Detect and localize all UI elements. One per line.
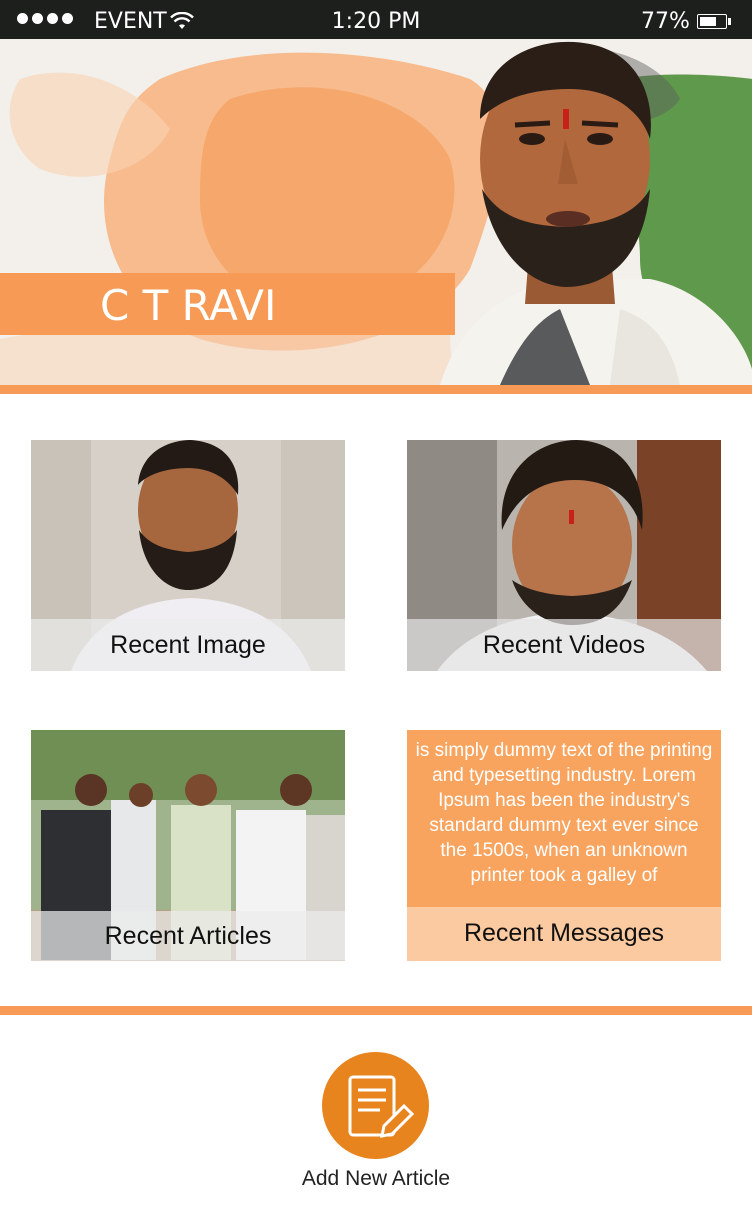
battery-icon	[697, 14, 731, 29]
recent-image-label: Recent Image	[31, 619, 345, 671]
bottom-divider	[0, 1006, 752, 1015]
battery-fill	[700, 17, 717, 26]
profile-portrait	[440, 41, 752, 385]
status-time: 1:20 PM	[331, 9, 421, 34]
recent-image-tile[interactable]: Recent Image	[31, 440, 345, 671]
status-bar: EVENT 1:20 PM 77%	[0, 0, 752, 39]
battery-percent: 77%	[641, 9, 690, 34]
add-new-article-label: Add New Article	[301, 1167, 451, 1190]
document-edit-icon	[348, 1075, 415, 1138]
recent-messages-tile[interactable]: is simply dummy text of the printing and…	[407, 730, 721, 961]
recent-videos-tile[interactable]: Recent Videos	[407, 440, 721, 671]
recent-messages-label: Recent Messages	[407, 907, 721, 961]
top-divider	[0, 385, 752, 394]
recent-articles-tile[interactable]: Recent Articles	[31, 730, 345, 961]
recent-videos-label: Recent Videos	[407, 619, 721, 671]
add-new-article-button[interactable]	[322, 1052, 429, 1159]
message-preview: is simply dummy text of the printing and…	[415, 740, 713, 886]
recent-articles-label: Recent Articles	[31, 911, 345, 961]
profile-hero: C T RAVI	[0, 39, 752, 385]
profile-name: C T RAVI	[100, 281, 277, 330]
